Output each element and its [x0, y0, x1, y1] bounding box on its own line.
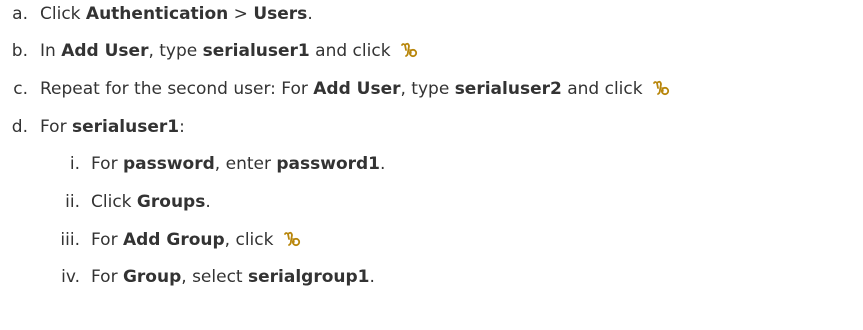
add-icon: [652, 79, 670, 97]
substep-text: For password, enter password1.: [91, 152, 385, 176]
step-marker: d.: [11, 117, 28, 137]
step-text-part: For: [40, 117, 72, 137]
add-icon: [283, 230, 301, 248]
ui-term-password: password: [122, 154, 215, 174]
step-marker: c.: [13, 79, 28, 99]
ui-term-add-user: Add User: [313, 79, 401, 99]
step-text: In Add User, type serialuser1 and click: [40, 39, 418, 63]
step-text-part: Click: [40, 4, 86, 24]
step-text-part: .: [307, 4, 313, 24]
value-serialuser2: serialuser2: [454, 79, 562, 99]
step-text-part: , click: [224, 230, 279, 250]
ui-term-group: Group: [122, 267, 182, 287]
value-serialgroup1: serialgroup1: [248, 267, 370, 287]
substep-text: For Add Group, click: [91, 228, 301, 252]
step-text-part: and click: [561, 79, 648, 99]
substep-marker: ii.: [65, 192, 80, 212]
value-serialuser1: serialuser1: [202, 41, 310, 61]
step-text-part: , enter: [214, 154, 277, 174]
substep-marker: iv.: [61, 267, 80, 287]
step-text-part: , type: [400, 79, 455, 99]
ui-term-groups: Groups: [136, 192, 206, 212]
ui-term-authentication: Authentication: [85, 4, 229, 24]
step-text-part: , select: [181, 267, 248, 287]
ui-term-add-user: Add User: [61, 41, 149, 61]
instruction-list: a. Click Authentication > Users. b. In A…: [0, 0, 863, 330]
ui-term-add-group: Add Group: [122, 230, 225, 250]
substep-marker: i.: [69, 154, 80, 174]
step-text-part: .: [380, 154, 386, 174]
step-text-part: Repeat for the second user: For: [40, 79, 314, 99]
step-text-part: and click: [309, 41, 396, 61]
value-password1: password1: [276, 154, 381, 174]
step-text-part: >: [228, 4, 254, 24]
step-text: Click Authentication > Users.: [40, 2, 313, 26]
step-text-part: :: [179, 117, 185, 137]
step-text-part: Click: [91, 192, 137, 212]
substep-text: For Group, select serialgroup1.: [91, 265, 375, 289]
step-text-part: For: [91, 154, 123, 174]
step-text: Repeat for the second user: For Add User…: [40, 77, 670, 101]
value-serialuser1: serialuser1: [71, 117, 180, 137]
step-marker: b.: [11, 41, 28, 61]
step-text-part: For: [91, 267, 123, 287]
step-text-part: .: [369, 267, 375, 287]
step-text-part: .: [205, 192, 211, 212]
ui-term-users: Users: [253, 4, 308, 24]
step-text-part: In: [40, 41, 62, 61]
add-icon: [400, 41, 418, 59]
step-marker: a.: [12, 4, 28, 24]
step-text-part: For: [91, 230, 123, 250]
step-text-part: , type: [148, 41, 203, 61]
step-text: For serialuser1:: [40, 115, 185, 139]
substep-marker: iii.: [60, 230, 80, 250]
substep-text: Click Groups.: [91, 190, 211, 214]
